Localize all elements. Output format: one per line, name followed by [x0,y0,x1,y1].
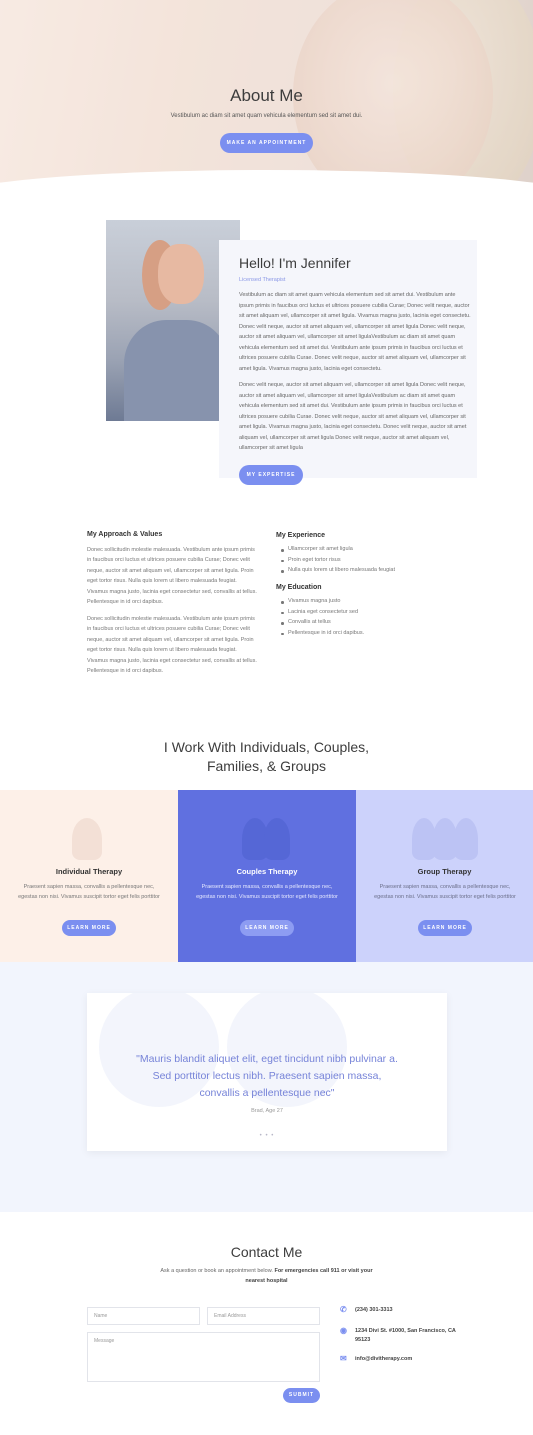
couple-icon [178,808,356,860]
list-item: Ullamcorper sit amet ligula [276,546,395,557]
intro-card: Hello! I'm Jennifer Licensed Therapist V… [219,240,477,478]
learn-more-button[interactable]: LEARN MORE [62,920,116,936]
service-description: Praesent sapien massa, convallis a pelle… [374,884,516,900]
hero-subtitle: Vestibulum ac diam sit amet quam vehicul… [170,113,363,119]
contact-address: ◉ 1234 Divi St. #1000, San Francisco, CA… [340,1326,456,1344]
service-card-couples: Couples Therapy Praesent sapien massa, c… [178,790,356,962]
service-card-group: Group Therapy Praesent sapien massa, con… [356,790,533,962]
experience-title: My Experience [276,532,326,539]
intro-heading: Hello! I'm Jennifer [239,255,351,271]
testimonial-author: Brad, Age 27 [251,1108,283,1114]
education-title: My Education [276,584,322,591]
my-expertise-button[interactable]: MY EXPERTISE [239,465,303,485]
intro-paragraph: Donec velit neque, auctor sit amet aliqu… [239,382,467,451]
phone-icon: ✆ [340,1305,347,1314]
contact-email: ✉ info@divitherapy.com [340,1354,413,1363]
contact-subtitle: Ask a question or book an appointment be… [160,1268,373,1284]
page-title: About Me [230,86,303,105]
contact-phone: ✆ (234) 301-3313 [340,1305,393,1314]
approach-paragraph: Donec sollicitudin molestie malesuada. V… [87,547,257,606]
message-field[interactable]: Message [87,1332,320,1382]
learn-more-button[interactable]: LEARN MORE [418,920,472,936]
person-icon [0,808,178,860]
services-title: I Work With Individuals, Couples, Famili… [163,739,370,774]
list-item: Convallis at tellus [276,619,364,630]
education-list: Vivamus magna justo Lacinia eget consect… [276,598,364,640]
list-item: Nulla quis lorem ut libero malesuada feu… [276,567,395,578]
service-title: Group Therapy [417,867,472,876]
intro-paragraph: Vestibulum ac diam sit amet quam vehicul… [239,292,471,372]
learn-more-button[interactable]: LEARN MORE [240,920,294,936]
experience-list: Ullamcorper sit amet ligula Proin eget t… [276,546,395,578]
service-description: Praesent sapien massa, convallis a pelle… [18,884,160,900]
testimonial-card: "Mauris blandit aliquet elit, eget tinci… [87,993,447,1151]
intro-role: Licensed Therapist [239,277,286,283]
list-item: Lacinia eget consectetur sed [276,609,364,620]
contact-title: Contact Me [230,1244,303,1260]
group-icon [356,808,533,860]
testimonial-quote: "Mauris blandit aliquet elit, eget tinci… [136,1053,398,1099]
submit-button[interactable]: SUBMIT [283,1388,320,1403]
service-title: Individual Therapy [55,867,123,876]
service-description: Praesent sapien massa, convallis a pelle… [196,884,338,900]
list-item: Vivamus magna justo [276,598,364,609]
email-field[interactable]: Email Address [207,1307,320,1325]
make-appointment-button[interactable]: MAKE AN APPOINTMENT [220,133,313,153]
approach-title: My Approach & Values [87,531,163,538]
list-item: Pellentesque in id orci dapibus. [276,630,364,641]
location-pin-icon: ◉ [340,1326,347,1335]
approach-paragraph: Donec sollicitudin molestie malesuada. V… [87,616,257,675]
service-card-individual: Individual Therapy Praesent sapien massa… [0,790,178,962]
name-field[interactable]: Name [87,1307,200,1325]
slider-dots[interactable]: • • • [87,1133,447,1139]
list-item: Proin eget tortor risus [276,557,395,568]
envelope-icon: ✉ [340,1354,347,1363]
service-title: Couples Therapy [236,867,298,876]
